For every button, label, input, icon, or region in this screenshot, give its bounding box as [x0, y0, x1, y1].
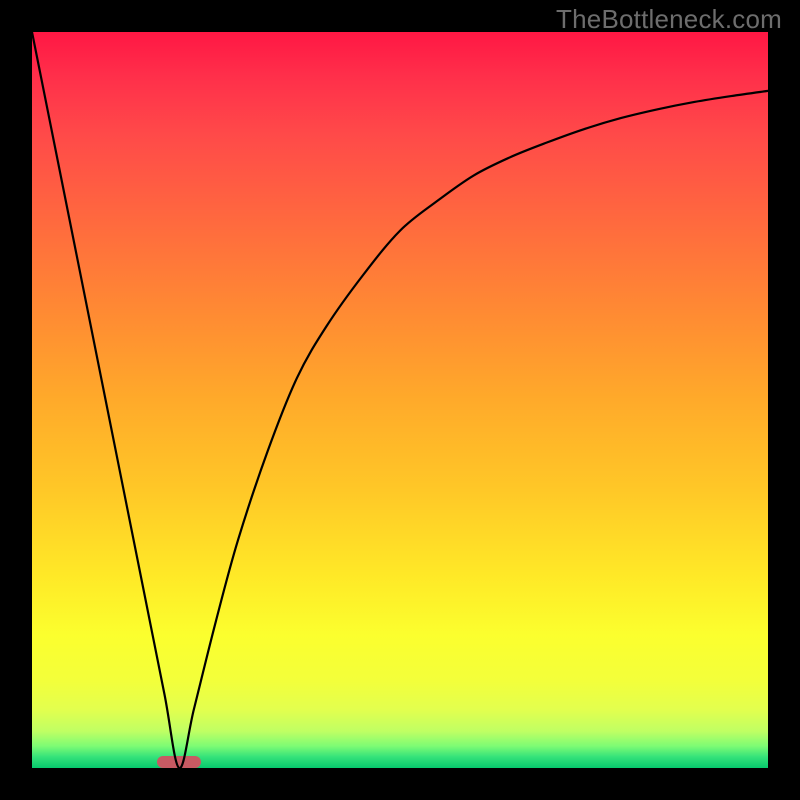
plot-area [32, 32, 768, 768]
bottleneck-curve [32, 32, 768, 768]
curve-path [32, 32, 768, 768]
watermark-text: TheBottleneck.com [556, 4, 782, 35]
chart-frame: TheBottleneck.com [0, 0, 800, 800]
